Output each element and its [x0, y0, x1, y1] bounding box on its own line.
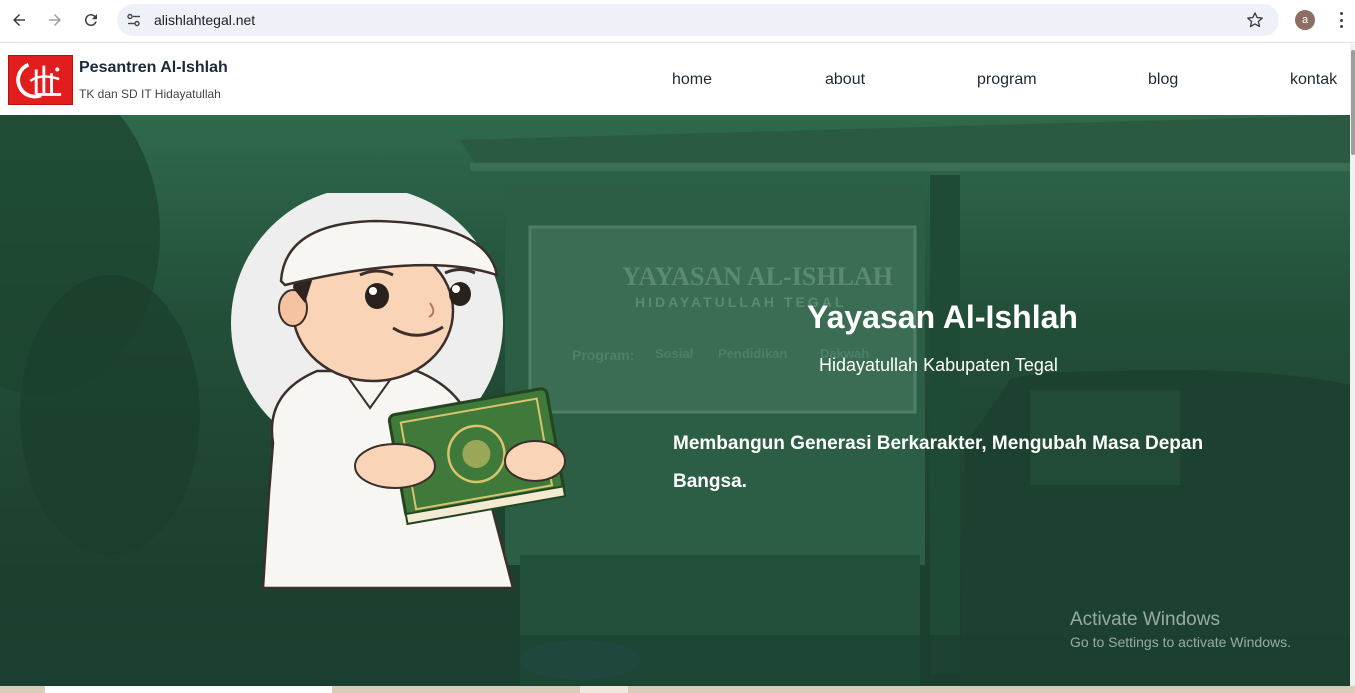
profile-avatar[interactable]: a	[1295, 10, 1315, 30]
forward-arrow-icon[interactable]	[44, 9, 66, 31]
sign-line1: YAYASAN AL-ISHLAH	[622, 262, 893, 291]
taskbar-strip	[0, 686, 1355, 693]
hero-title: Yayasan Al-Ishlah	[807, 299, 1078, 335]
hero-section: YAYASAN AL-ISHLAH HIDAYATULLAH TEGAL Pro…	[0, 115, 1350, 686]
browser-toolbar: alishlahtegal.net a	[0, 0, 1355, 43]
taskbar-window-preview	[580, 686, 628, 693]
hero-subtitle: Hidayatullah Kabupaten Tegal	[819, 355, 1058, 375]
nav-about[interactable]: about	[825, 71, 865, 89]
back-arrow-icon[interactable]	[8, 9, 30, 31]
hero-background-photo: YAYASAN AL-ISHLAH HIDAYATULLAH TEGAL Pro…	[0, 115, 1350, 686]
brand-subtitle: TK dan SD IT Hidayatullah	[79, 87, 221, 101]
bookmark-star-icon[interactable]	[1245, 10, 1265, 30]
nav-home[interactable]: home	[672, 71, 712, 89]
taskbar-window-preview	[45, 686, 332, 693]
nav-program[interactable]: program	[977, 71, 1037, 89]
activate-windows-watermark: Activate Windows Go to Settings to activ…	[1070, 609, 1291, 650]
boy-with-quran-illustration	[231, 193, 567, 590]
page-scrollbar-thumb[interactable]	[1351, 50, 1355, 155]
sign-program-sosial: Sosial	[655, 346, 693, 361]
nav-kontak[interactable]: kontak	[1290, 71, 1337, 89]
pesantren-logo[interactable]	[8, 55, 73, 105]
url-text[interactable]: alishlahtegal.net	[154, 12, 255, 28]
sign-program-pendidikan: Pendidikan	[718, 346, 787, 361]
brand-title[interactable]: Pesantren Al-Ishlah	[79, 59, 228, 77]
watermark-subtitle: Go to Settings to activate Windows.	[1070, 634, 1291, 650]
hero-tagline: Membangun Generasi Berkarakter, Mengubah…	[673, 433, 1204, 492]
site-info-icon[interactable]	[126, 12, 142, 28]
site-header: Pesantren Al-Ishlah TK dan SD IT Hidayat…	[0, 44, 1350, 115]
watermark-title: Activate Windows	[1070, 609, 1220, 630]
reload-icon[interactable]	[80, 9, 102, 31]
address-bar[interactable]: alishlahtegal.net	[117, 4, 1279, 36]
kebab-menu-icon[interactable]	[1333, 10, 1349, 30]
nav-blog[interactable]: blog	[1148, 71, 1178, 89]
